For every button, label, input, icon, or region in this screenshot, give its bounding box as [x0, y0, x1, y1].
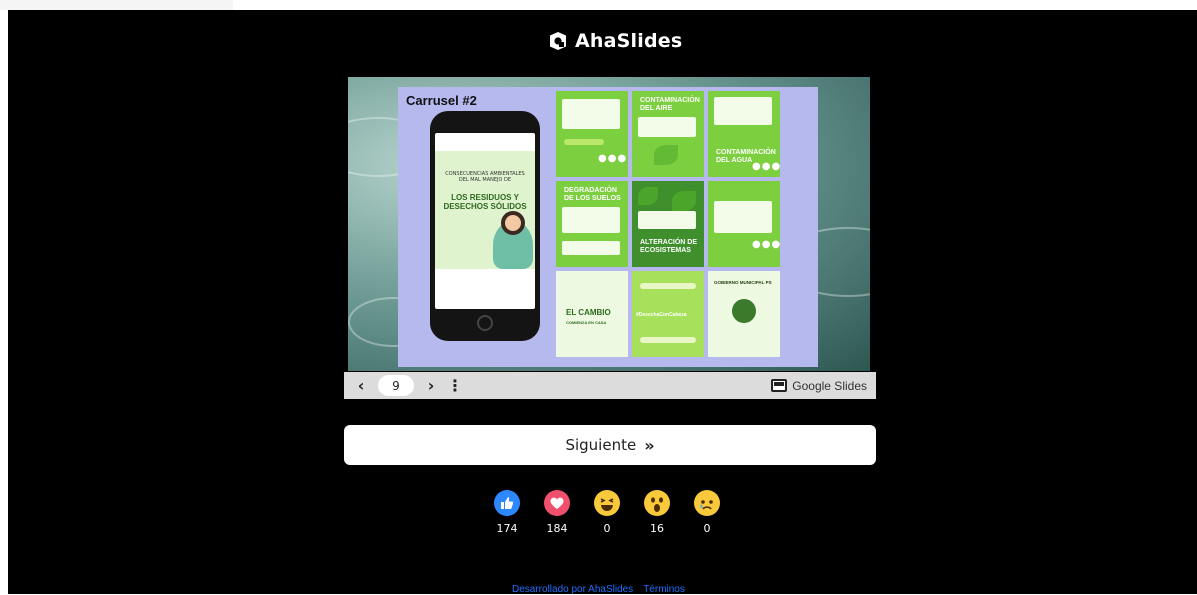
reaction-count-haha: 0 — [603, 522, 611, 535]
page-number-pill[interactable]: 9 — [378, 375, 414, 396]
reaction-love[interactable]: 184 — [544, 490, 570, 535]
chevron-right-icon[interactable]: › — [420, 375, 442, 397]
reaction-count-like: 174 — [496, 522, 518, 535]
double-chevron-right-icon: » — [644, 435, 655, 455]
reaction-count-love: 184 — [546, 522, 568, 535]
surprised-face-icon — [644, 490, 670, 516]
footer: Desarrollado por AhaSlides Términos — [512, 584, 685, 595]
brand-name: AhaSlides — [575, 30, 683, 52]
slide-title: Carrusel #2 — [406, 93, 477, 108]
instagram-post: CONSECUENCIAS AMBIENTALES DEL MAL MANEJO… — [435, 151, 535, 269]
thumbs-up-icon — [494, 490, 520, 516]
card-label: #DesechaConCabeza — [636, 312, 687, 318]
carousel-card-9: GOBIERNO MUNICIPAL PS — [708, 271, 780, 357]
reaction-wow[interactable]: 16 — [644, 490, 670, 535]
character-face — [501, 211, 525, 235]
card-label: EL CAMBIO — [566, 308, 611, 317]
reaction-haha[interactable]: 0 — [594, 490, 620, 535]
google-slides-link[interactable]: Google Slides — [771, 379, 867, 393]
carousel-card-4: DEGRADACIÓN DE LOS SUELOS — [556, 181, 628, 267]
carousel-card-3: CONTAMINACIÓN DEL AGUA ●●● — [708, 91, 780, 177]
phone-home-button — [477, 315, 493, 331]
chevron-left-icon[interactable]: ‹ — [350, 375, 372, 397]
carousel-card-8: #DesechaConCabeza — [632, 271, 704, 357]
carousel-card-7: EL CAMBIO COMIENZA EN CASA — [556, 271, 628, 357]
reaction-count-wow: 16 — [650, 522, 664, 535]
reactions-bar: 174 184 0 16 0 — [494, 490, 720, 535]
carousel-card-2: CONTAMINACIÓN DEL AIRE — [632, 91, 704, 177]
laughing-face-icon — [594, 490, 620, 516]
card-label: ALTERACIÓN DE ECOSISTEMAS — [640, 239, 698, 254]
reaction-count-sad: 0 — [703, 522, 711, 535]
terms-link[interactable]: Términos — [643, 584, 685, 595]
next-slide-button[interactable]: Siguiente » — [344, 425, 876, 465]
ahaslides-logo-icon — [550, 32, 566, 50]
powered-by-link[interactable]: Desarrollado por AhaSlides — [512, 584, 633, 595]
more-vertical-icon[interactable]: ⋮ — [444, 375, 466, 397]
card-label: GOBIERNO MUNICIPAL PS — [714, 280, 772, 285]
card-sublabel: COMIENZA EN CASA — [566, 320, 607, 325]
card-label: DEGRADACIÓN DE LOS SUELOS — [564, 187, 621, 202]
carousel-card-6: ●●● — [708, 181, 780, 267]
sad-face-icon — [694, 490, 720, 516]
embedded-slide[interactable]: Carrusel #2 CONSECUENCIAS AMBIENTALES DE… — [348, 77, 870, 371]
top-strip — [0, 0, 233, 10]
post-title: LOS RESIDUOS Y DESECHOS SÓLIDOS — [443, 193, 527, 211]
carousel-card-1: ●●● — [556, 91, 628, 177]
slide-content: Carrusel #2 CONSECUENCIAS AMBIENTALES DE… — [398, 87, 818, 367]
post-heading: CONSECUENCIAS AMBIENTALES DEL MAL MANEJO… — [445, 171, 525, 183]
google-slides-label: Google Slides — [792, 378, 867, 393]
reaction-like[interactable]: 174 — [494, 490, 520, 535]
google-slides-icon — [771, 379, 788, 392]
card-label: CONTAMINACIÓN DEL AIRE — [640, 97, 700, 112]
phone-mockup: CONSECUENCIAS AMBIENTALES DEL MAL MANEJO… — [430, 111, 540, 341]
reaction-sad[interactable]: 0 — [694, 490, 720, 535]
next-slide-label: Siguiente — [565, 436, 637, 454]
slide-controls: ‹ 9 › ⋮ Google Slides — [344, 372, 876, 399]
carousel-card-5: ALTERACIÓN DE ECOSISTEMAS — [632, 181, 704, 267]
brand-logo: AhaSlides — [548, 28, 682, 54]
phone-screen: CONSECUENCIAS AMBIENTALES DEL MAL MANEJO… — [435, 133, 535, 309]
heart-icon — [544, 490, 570, 516]
